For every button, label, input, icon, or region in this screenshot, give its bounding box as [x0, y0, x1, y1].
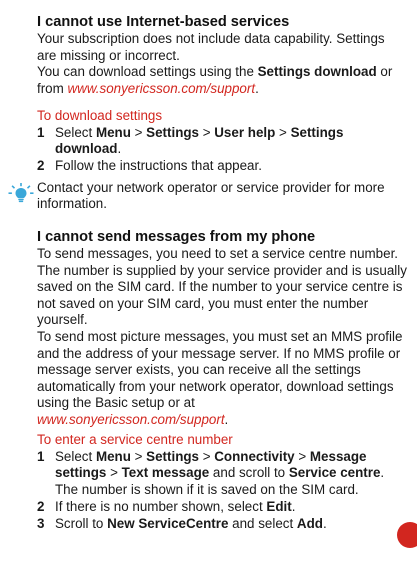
section-title-internet: I cannot use Internet-based services — [37, 14, 290, 30]
service-step-3: 3 Scroll to New ServiceCentre and select… — [37, 516, 327, 531]
download-step-2: 2 Follow the instructions that appear. — [37, 158, 262, 173]
subheading-download-settings: To download settings — [37, 108, 163, 123]
messages-para-1: To send messages, you need to set a serv… — [37, 246, 407, 328]
support-link[interactable]: www.sonyericsson.com/support — [68, 81, 256, 96]
messages-para-2: To send most picture messages, you must … — [37, 329, 403, 427]
page-tab-marker — [397, 522, 417, 548]
download-step-1: 1 Select Menu > Settings > User help > S… — [37, 125, 344, 157]
settings-download-label: Settings download — [257, 64, 377, 79]
subheading-enter-service-centre: To enter a service centre number — [37, 432, 233, 447]
manual-page: I cannot use Internet-based services You… — [0, 0, 417, 584]
internet-para-1: Your subscription does not include data … — [37, 31, 385, 63]
internet-para-2: You can download settings using the Sett… — [37, 64, 393, 96]
support-link-2[interactable]: www.sonyericsson.com/support — [37, 412, 225, 427]
service-step-1: 1 Select Menu > Settings > Connectivity … — [37, 449, 385, 497]
tip-contact-operator: Contact your network operator or service… — [37, 180, 385, 212]
service-step-2: 2 If there is no number shown, select Ed… — [37, 499, 296, 514]
section-title-messages: I cannot send messages from my phone — [37, 229, 316, 245]
tip-lightbulb-icon — [8, 183, 34, 205]
